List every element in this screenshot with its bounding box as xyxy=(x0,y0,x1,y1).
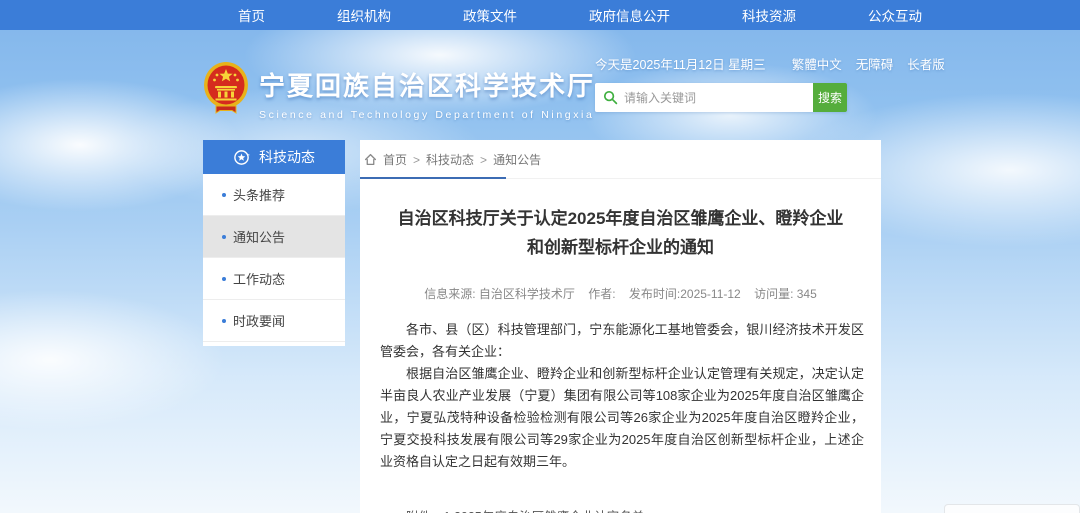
bullet-dot xyxy=(222,235,226,239)
meta-views: 访问量: 345 xyxy=(754,287,817,301)
bullet-dot xyxy=(222,319,226,323)
top-nav: 首页 组织机构 政策文件 政府信息公开 科技资源 公众互动 xyxy=(0,0,1080,30)
article-panel: 首页 > 科技动态 > 通知公告 自治区科技厅关于认定2025年度自治区雏鹰企业… xyxy=(360,140,881,513)
nav-item-organization[interactable]: 组织机构 xyxy=(337,5,391,25)
site-header: 宁夏回族自治区科学技术厅 Science and Technology Depa… xyxy=(203,30,881,140)
breadcrumb-separator: > xyxy=(413,153,420,167)
floating-widget xyxy=(944,504,1080,513)
sidebar-item-notices[interactable]: 通知公告 xyxy=(203,216,345,258)
current-date: 今天是2025年11月12日 星期三 xyxy=(595,54,766,73)
home-icon xyxy=(364,153,377,166)
sidebar: 科技动态 头条推荐 通知公告 工作动态 时政要闻 xyxy=(203,140,345,346)
header-utilities: 今天是2025年11月12日 星期三 繁體中文 无障碍 长者版 搜索 xyxy=(595,54,945,140)
attachments: 附件： 1.2025年度自治区雏鹰企业认定名单 2.2025年度自治区瞪羚企业认… xyxy=(360,506,881,513)
sidebar-item-headlines[interactable]: 头条推荐 xyxy=(203,174,345,216)
lang-traditional-chinese-link[interactable]: 繁體中文 xyxy=(792,54,842,73)
elder-version-link[interactable]: 长者版 xyxy=(907,54,945,73)
sidebar-title: 科技动态 xyxy=(259,147,315,167)
breadcrumb-notices[interactable]: 通知公告 xyxy=(493,151,541,168)
nav-item-home[interactable]: 首页 xyxy=(238,5,265,25)
breadcrumb-home[interactable]: 首页 xyxy=(383,151,407,168)
search-bar: 搜索 xyxy=(595,83,847,112)
article-meta: 信息来源: 自治区科学技术厅 作者: 发布时间:2025-11-12 访问量: … xyxy=(360,285,881,302)
content-area: 科技动态 头条推荐 通知公告 工作动态 时政要闻 xyxy=(203,140,881,513)
attachment-link-1[interactable]: 1.2025年度自治区雏鹰企业认定名单 xyxy=(444,506,682,513)
breadcrumb-sci-trends[interactable]: 科技动态 xyxy=(426,151,474,168)
sidebar-item-label: 头条推荐 xyxy=(233,185,285,204)
nav-item-public-interaction[interactable]: 公众互动 xyxy=(868,5,922,25)
meta-source: 信息来源: 自治区科学技术厅 xyxy=(424,287,575,301)
nav-item-sci-resources[interactable]: 科技资源 xyxy=(742,5,796,25)
search-icon xyxy=(603,90,618,105)
article-body: 各市、县（区）科技管理部门，宁东能源化工基地管委会，银川经济技术开发区管委会，各… xyxy=(360,319,881,473)
bullet-dot xyxy=(222,277,226,281)
site-brand[interactable]: 宁夏回族自治区科学技术厅 Science and Technology Depa… xyxy=(203,60,595,140)
sidebar-item-label: 时政要闻 xyxy=(233,311,285,330)
article-paragraph: 根据自治区雏鹰企业、瞪羚企业和创新型标杆企业认定管理有关规定，决定认定半亩良人农… xyxy=(380,363,864,473)
breadcrumb-separator: > xyxy=(480,153,487,167)
meta-author: 作者: xyxy=(588,287,615,301)
nav-item-gov-info[interactable]: 政府信息公开 xyxy=(589,5,670,25)
search-button[interactable]: 搜索 xyxy=(813,83,847,112)
national-emblem-logo xyxy=(203,60,249,118)
sidebar-item-work-trends[interactable]: 工作动态 xyxy=(203,258,345,300)
breadcrumb: 首页 > 科技动态 > 通知公告 xyxy=(360,140,881,177)
article-paragraph: 各市、县（区）科技管理部门，宁东能源化工基地管委会，银川经济技术开发区管委会，各… xyxy=(380,319,864,363)
sidebar-header: 科技动态 xyxy=(203,140,345,174)
attachments-label: 附件： xyxy=(406,506,444,513)
nav-item-policy[interactable]: 政策文件 xyxy=(463,5,517,25)
sky-background: 宁夏回族自治区科学技术厅 Science and Technology Depa… xyxy=(0,30,1080,513)
sidebar-item-current-politics[interactable]: 时政要闻 xyxy=(203,300,345,342)
site-title: 宁夏回族自治区科学技术厅 xyxy=(259,66,595,103)
accessibility-link[interactable]: 无障碍 xyxy=(856,54,894,73)
sidebar-item-label: 工作动态 xyxy=(233,269,285,288)
sidebar-item-label: 通知公告 xyxy=(233,227,285,246)
search-input[interactable] xyxy=(624,91,805,105)
breadcrumb-divider xyxy=(360,177,881,179)
site-subtitle: Science and Technology Department of Nin… xyxy=(259,109,595,121)
star-circle-icon xyxy=(233,149,250,166)
meta-publish-date: 发布时间:2025-11-12 xyxy=(629,287,741,301)
bullet-dot xyxy=(222,193,226,197)
article-title: 自治区科技厅关于认定2025年度自治区雏鹰企业、瞪羚企业 和创新型标杆企业的通知 xyxy=(360,204,881,262)
